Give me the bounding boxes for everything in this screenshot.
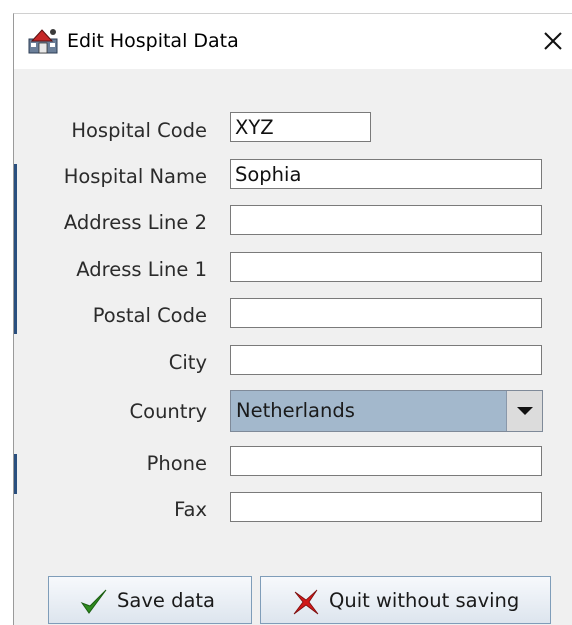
app-icon [28,29,58,54]
hospital-name-input[interactable] [230,159,542,189]
save-data-label: Save data [117,589,215,612]
country-select[interactable]: Netherlands [230,390,543,432]
x-cross-icon [293,589,319,615]
city-label: City [168,351,207,374]
quit-without-saving-label: Quit without saving [329,589,520,612]
hospital-name-label: Hospital Name [63,165,207,188]
window-title: Edit Hospital Data [67,30,239,52]
hospital-code-label: Hospital Code [71,119,207,142]
chevron-down-icon [517,407,533,415]
address-line-1-input[interactable] [230,252,542,282]
address-line-1-label: Adress Line 1 [76,258,207,281]
country-dropdown-button[interactable] [506,391,542,431]
address-line-2-input[interactable] [230,205,542,235]
fax-label: Fax [174,498,207,521]
edit-hospital-dialog: Edit Hospital Data Hospital Code Hospita… [13,13,572,625]
city-input[interactable] [230,345,542,375]
save-data-button[interactable]: Save data [48,576,252,624]
address-line-2-label: Address Line 2 [63,211,207,234]
phone-input[interactable] [230,446,542,476]
country-selected-value: Netherlands [236,399,355,422]
close-icon[interactable] [538,26,568,56]
postal-code-label: Postal Code [92,304,207,327]
quit-without-saving-button[interactable]: Quit without saving [260,576,551,624]
checkmark-icon [80,589,107,614]
hospital-code-input[interactable] [230,112,371,142]
phone-label: Phone [146,452,207,475]
fax-input[interactable] [230,492,542,522]
title-bar: Edit Hospital Data [14,14,572,69]
postal-code-input[interactable] [230,298,542,328]
country-label: Country [129,400,207,423]
